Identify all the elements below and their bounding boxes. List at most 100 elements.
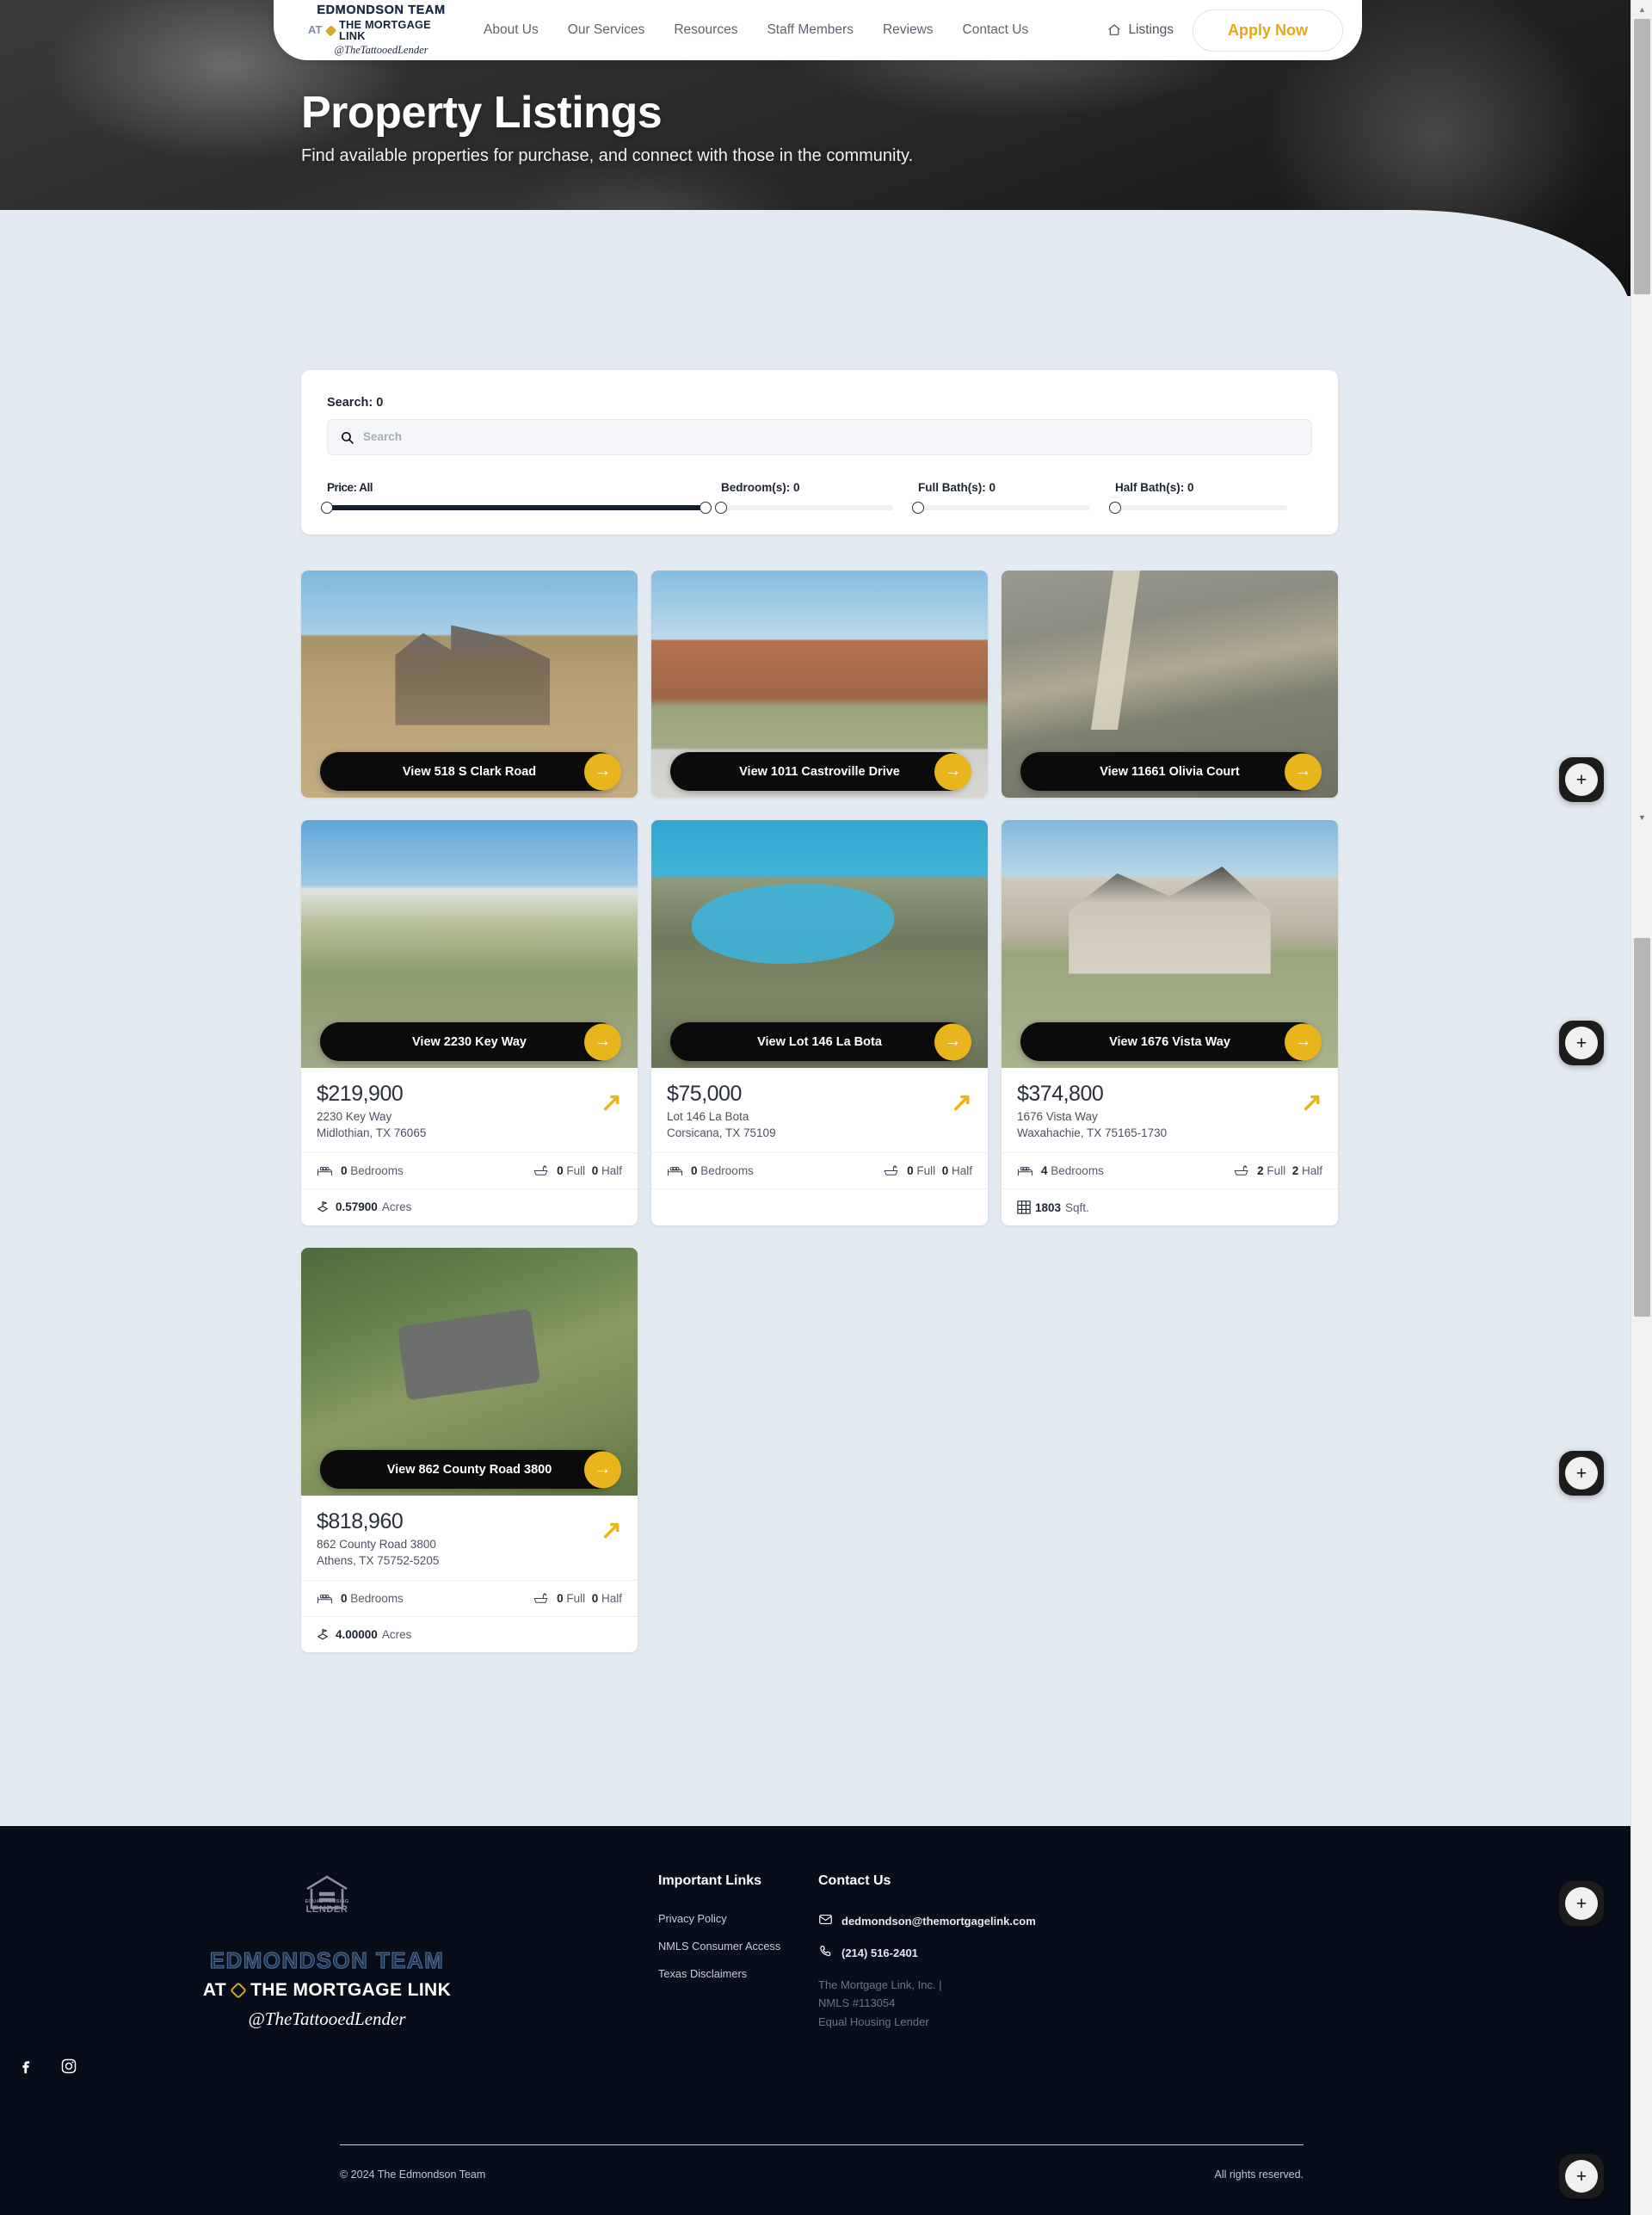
listing-bedrooms-count: 4 (1041, 1164, 1048, 1177)
view-listing-button[interactable]: View 1011 Castroville Drive → (670, 752, 971, 791)
search-box[interactable] (327, 419, 1312, 455)
bedrooms-slider-track[interactable] (715, 502, 893, 514)
bed-icon (317, 1593, 333, 1605)
footer-email: dedmondson@themortgagelink.com (841, 1914, 1036, 1928)
footer-divider (340, 2144, 1304, 2145)
full-baths-slider-knob[interactable] (912, 502, 924, 514)
listing-half-baths-count: 2 (1291, 1164, 1299, 1177)
scrollbar-thumb[interactable] (1634, 19, 1650, 294)
price-range-track[interactable] (321, 502, 712, 514)
view-listing-button[interactable]: View Lot 146 La Bota → (670, 1022, 971, 1061)
listing-half-baths-count: 0 (591, 1164, 599, 1177)
listing-photo: View Lot 146 La Bota → (651, 820, 988, 1068)
footer-link-texas-disclaimers[interactable]: Texas Disclaimers (658, 1967, 818, 1980)
view-listing-label: View 1676 Vista Way (1109, 1034, 1230, 1049)
listing-baths: 2 Full 2 Half (1233, 1164, 1322, 1177)
floating-add-button[interactable]: + (1559, 1881, 1604, 1926)
view-listing-button[interactable]: View 862 County Road 3800 → (320, 1450, 621, 1489)
nav-item-about-us[interactable]: About Us (484, 22, 539, 38)
listing-details: $374,800 1676 Vista Way Waxahachie, TX 7… (1002, 1068, 1338, 1152)
view-listing-button[interactable]: View 518 S Clark Road → (320, 752, 621, 791)
nav-item-resources[interactable]: Resources (674, 22, 737, 38)
listing-area-unit: Sqft. (1065, 1200, 1089, 1214)
acres-icon (317, 1200, 331, 1213)
listing-full-baths-count: 0 (557, 1164, 564, 1177)
footer-brand-company: THE MORTGAGE LINK (250, 1980, 452, 2000)
listing-card[interactable]: View 862 County Road 3800 → $818,960 862… (301, 1248, 638, 1652)
footer-bottom-bar: © 2024 The Edmondson Team All rights res… (340, 2169, 1304, 2181)
nav-item-our-services[interactable]: Our Services (568, 22, 645, 38)
arrow-right-icon: → (1285, 753, 1322, 790)
filter-bedrooms: Bedroom(s): 0 (715, 481, 918, 514)
view-listing-button[interactable]: View 1676 Vista Way → (1020, 1022, 1322, 1061)
half-baths-slider-knob[interactable] (1109, 502, 1121, 514)
arrow-right-icon: → (584, 753, 621, 790)
brand-logo[interactable]: EDMONDSON TEAM AT THE MORTGAGE LINK @The… (308, 4, 454, 56)
listing-card[interactable]: View Lot 146 La Bota → $75,000 Lot 146 L… (651, 820, 988, 1225)
listing-card[interactable]: View 2230 Key Way → $219,900 2230 Key Wa… (301, 820, 638, 1225)
listing-photo: View 1676 Vista Way → (1002, 820, 1338, 1068)
listing-card[interactable]: View 11661 Olivia Court → (1002, 571, 1338, 798)
footer-phone-row[interactable]: (214) 516-2401 (818, 1944, 1036, 1961)
plus-icon: + (1565, 763, 1598, 796)
search-filter-panel: Search: 0 Price: All Bedroom(s): 0 (301, 370, 1338, 534)
nav-item-contact-us[interactable]: Contact Us (963, 22, 1029, 38)
filter-half-baths: Half Bath(s): 0 (1109, 481, 1312, 514)
bathtub-icon (883, 1164, 899, 1177)
external-link-icon[interactable]: ↗ (601, 1518, 622, 1544)
floating-add-button[interactable]: + (1559, 1021, 1604, 1065)
floating-add-button[interactable]: + (1559, 2154, 1604, 2199)
full-baths-slider-track[interactable] (912, 502, 1090, 514)
plus-icon: + (1565, 1887, 1598, 1920)
scroll-down-arrow-icon[interactable]: ▼ (1631, 811, 1652, 824)
view-listing-button[interactable]: View 11661 Olivia Court → (1020, 752, 1322, 791)
nav-item-reviews[interactable]: Reviews (883, 22, 934, 38)
diamond-icon (230, 1982, 247, 1999)
search-input[interactable] (363, 430, 1299, 444)
instagram-icon[interactable] (60, 2058, 77, 2079)
plus-icon: + (1565, 2160, 1598, 2193)
mail-icon (818, 1912, 833, 1929)
nav-item-staff-members[interactable]: Staff Members (767, 22, 854, 38)
page-subtitle: Find available properties for purchase, … (301, 145, 914, 165)
diamond-icon (324, 24, 337, 37)
vertical-scrollbar[interactable]: ▲ ▼ (1630, 0, 1652, 2215)
facebook-icon[interactable] (17, 2058, 34, 2079)
scroll-up-arrow-icon[interactable]: ▲ (1631, 2, 1652, 17)
half-baths-slider-track[interactable] (1109, 502, 1287, 514)
bedrooms-slider-knob[interactable] (715, 502, 727, 514)
ehl-caption-2: LENDER (305, 1904, 348, 1915)
view-listing-button[interactable]: View 2230 Key Way → (320, 1022, 621, 1061)
external-link-icon[interactable]: ↗ (601, 1090, 622, 1116)
listing-area-empty (651, 1188, 988, 1224)
floating-add-button[interactable]: + (1559, 1451, 1604, 1496)
external-link-icon[interactable]: ↗ (1301, 1090, 1322, 1116)
external-link-icon[interactable]: ↗ (951, 1090, 972, 1116)
listing-photo: View 11661 Olivia Court → (1002, 571, 1338, 798)
listing-card[interactable]: View 1011 Castroville Drive → (651, 571, 988, 798)
footer-company-line-2: NMLS #113054 (818, 1996, 896, 2010)
page-title: Property Listings (301, 88, 663, 138)
footer-link-nmls-consumer-access[interactable]: NMLS Consumer Access (658, 1940, 818, 1953)
listings-row: View 518 S Clark Road → View 1011 Castro… (301, 571, 1338, 798)
view-listing-label: View 2230 Key Way (412, 1034, 527, 1049)
nav-right-group: Listings Apply Now (1099, 9, 1362, 52)
floating-add-button[interactable]: + (1559, 757, 1604, 802)
apply-now-button[interactable]: Apply Now (1193, 9, 1343, 52)
bathtub-icon (533, 1592, 549, 1605)
footer-link-privacy-policy[interactable]: Privacy Policy (658, 1912, 818, 1925)
nav-item-listings[interactable]: Listings (1099, 17, 1182, 43)
listing-half-baths-count: 0 (591, 1592, 599, 1605)
listing-area: 4.00000 Acres (301, 1616, 638, 1652)
brand-line-2: AT THE MORTGAGE LINK (308, 19, 454, 42)
listing-card[interactable]: View 1676 Vista Way → $374,800 1676 Vist… (1002, 820, 1338, 1225)
footer-brand-handle: @TheTattooedLender (248, 2008, 406, 2029)
footer-email-row[interactable]: dedmondson@themortgagelink.com (818, 1912, 1036, 1929)
site-footer: EQUAL HOUSING LENDER EDMONDSON TEAM AT T… (0, 1826, 1630, 2215)
price-range-knob-min[interactable] (321, 502, 333, 514)
listing-card[interactable]: View 518 S Clark Road → (301, 571, 638, 798)
scrollbar-thumb-secondary[interactable] (1634, 938, 1650, 1317)
price-range-knob-max[interactable] (700, 502, 712, 514)
listing-area-unit: Acres (381, 1628, 412, 1641)
arrow-right-icon: → (584, 1451, 621, 1488)
